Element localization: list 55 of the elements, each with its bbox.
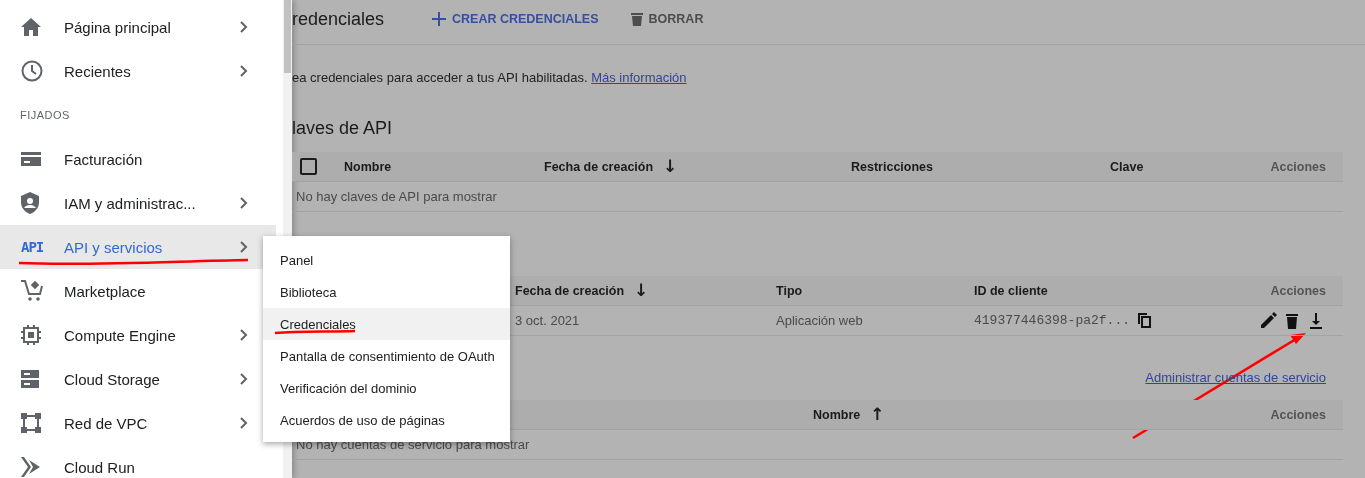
checkbox[interactable]: [300, 158, 317, 175]
column-header: Nombre: [344, 159, 392, 174]
nav-item[interactable]: Recientes: [0, 49, 276, 93]
edit-icon[interactable]: [1259, 311, 1277, 330]
copy-icon[interactable]: [1138, 313, 1152, 328]
table-cell-text: Aplicación web: [776, 313, 864, 328]
nav-item[interactable]: Cloud Run: [0, 445, 276, 478]
page-title: redenciales: [292, 8, 386, 30]
plus-icon: [432, 12, 446, 26]
menu-item[interactable]: Verificación del dominio: [263, 372, 510, 404]
credit-card-icon: [21, 152, 41, 166]
column-header: Restricciones: [851, 159, 933, 174]
trash-icon: [630, 12, 643, 26]
column-header: Acciones: [1270, 159, 1326, 174]
network-icon: [21, 413, 41, 433]
cart-icon: [21, 280, 43, 302]
client-id-text: 419377446398-pa2f...: [974, 313, 1131, 328]
download-icon[interactable]: [1307, 311, 1325, 330]
sort-arrow-icon[interactable]: ↓: [663, 158, 678, 175]
column-header[interactable]: Fecha de creación: [544, 159, 654, 174]
menu-item[interactable]: Biblioteca: [263, 276, 510, 308]
nav-item[interactable]: API API y servicios: [0, 225, 276, 269]
delete-icon[interactable]: [1283, 311, 1301, 330]
table-cell-text: 3 oct. 2021: [515, 313, 581, 328]
column-header: Clave: [1110, 159, 1144, 174]
section-label: FIJADOS: [19, 108, 71, 123]
nav-item[interactable]: Facturación: [0, 137, 276, 181]
sort-arrow-icon[interactable]: ↑: [870, 406, 885, 423]
menu-item[interactable]: Pantalla de consentimiento de OAuth: [263, 340, 510, 372]
shield-user-icon: [21, 192, 39, 214]
menu-item[interactable]: Panel: [263, 244, 510, 276]
api-icon: API: [21, 239, 44, 255]
description-text: ea credenciales para acceder a tus API habilitadas. Más información: [292, 70, 688, 85]
home-icon: [21, 18, 41, 36]
column-header: Tipo: [776, 283, 803, 298]
create-button[interactable]: CREAR CREDENCIALES: [426, 12, 605, 26]
sort-arrow-icon[interactable]: ↓: [634, 282, 649, 299]
column-header: Acciones: [1270, 283, 1326, 298]
section-heading: laves de API: [292, 118, 394, 139]
menu-item[interactable]: Acuerdos de uso de páginas: [263, 404, 510, 436]
more-info-link[interactable]: Más información: [591, 70, 687, 85]
menu-item[interactable]: Credenciales: [263, 308, 510, 340]
chip-icon: [21, 325, 41, 345]
nav-item[interactable]: IAM y administrac...: [0, 181, 276, 225]
column-header[interactable]: Fecha de creación: [515, 283, 625, 298]
nav-item[interactable]: Página principal: [0, 5, 276, 49]
empty-message: No hay claves de API para mostrar: [295, 189, 498, 204]
double-chevron-icon: [21, 457, 41, 477]
column-header[interactable]: Nombre: [813, 407, 861, 422]
delete-button[interactable]: BORRAR: [624, 12, 710, 26]
clock-icon: [21, 60, 43, 82]
column-header: ID de cliente: [974, 283, 1048, 298]
column-header: Acciones: [1270, 407, 1326, 422]
scrollbar-thumb[interactable]: [284, 0, 291, 73]
storage-icon: [21, 370, 39, 388]
